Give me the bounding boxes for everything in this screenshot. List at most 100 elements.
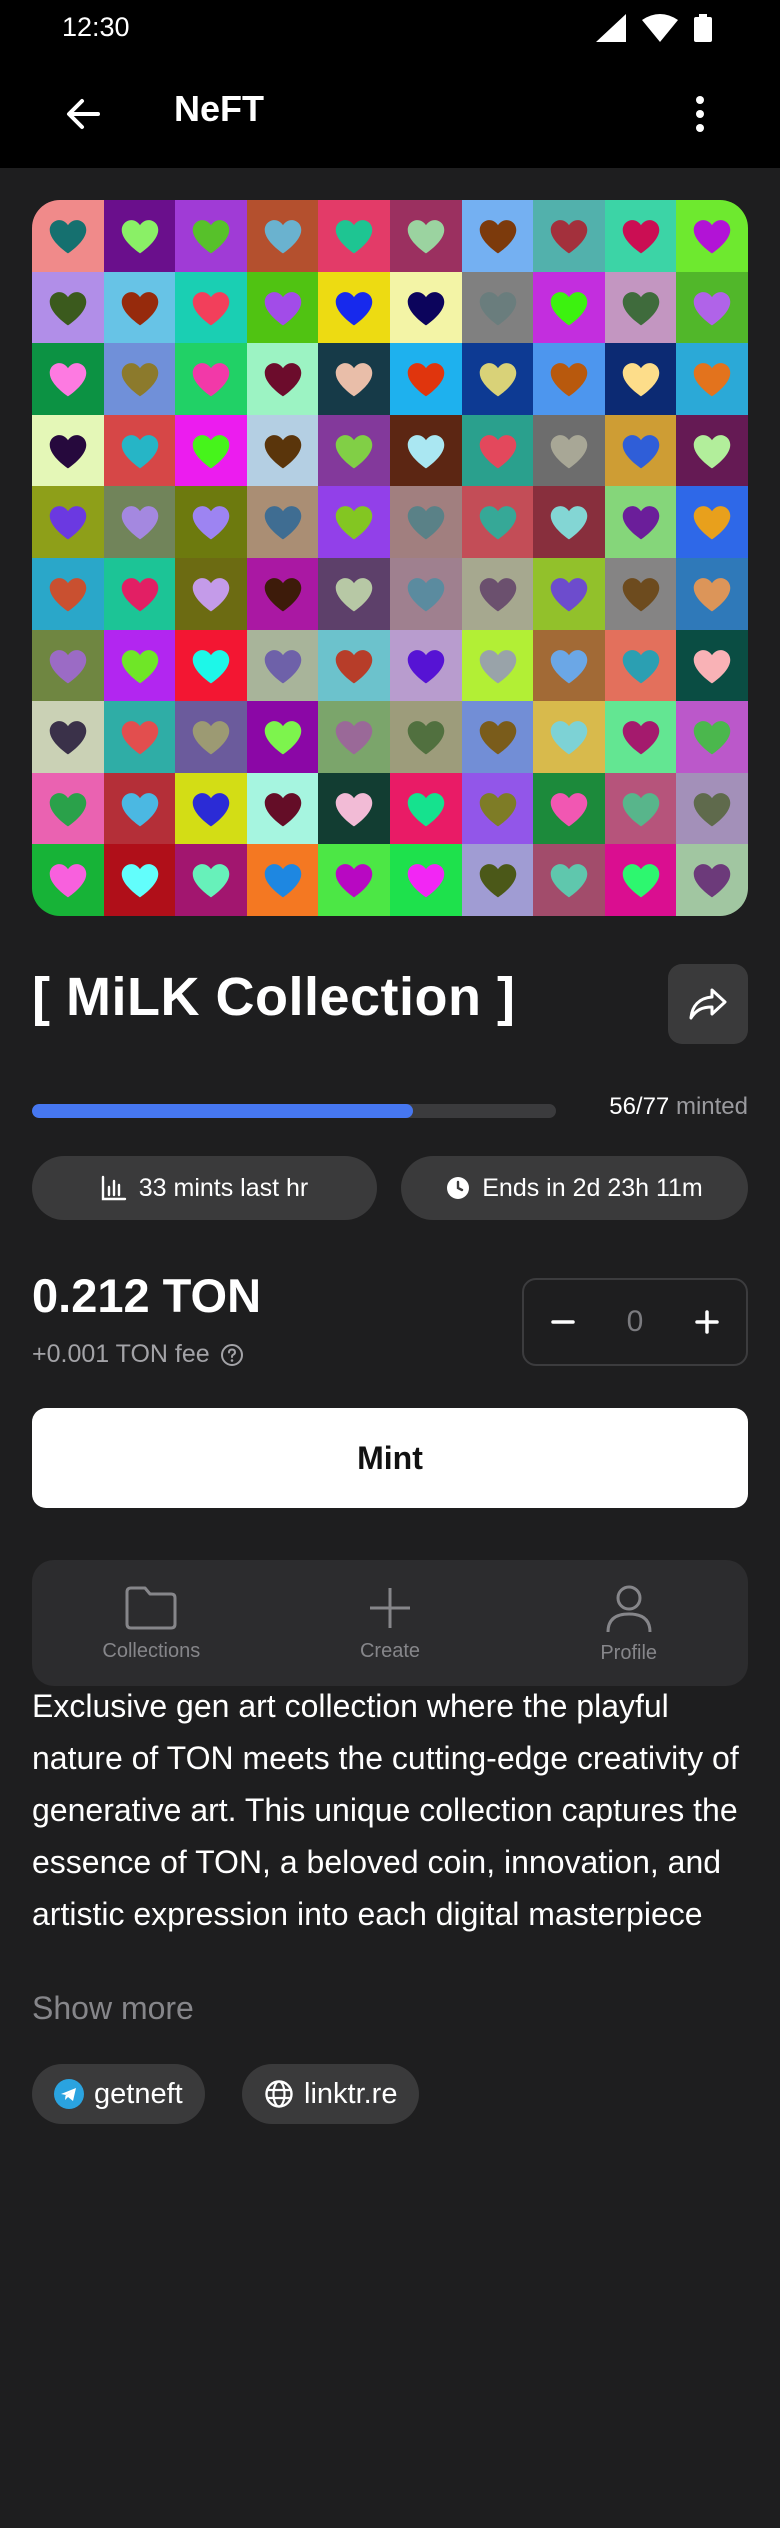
tab-create-label: Create	[359, 1639, 421, 1662]
heart-icon	[121, 363, 158, 397]
heart-icon	[479, 649, 516, 683]
battery-icon	[694, 14, 712, 42]
heart-icon	[694, 220, 731, 254]
website-link-chip[interactable]: linktr.re	[242, 2064, 420, 2124]
art-tile	[175, 701, 248, 774]
heart-icon	[192, 434, 230, 469]
heart-icon	[49, 220, 87, 254]
status-time: 12:30	[62, 12, 130, 42]
collection-artwork	[32, 200, 748, 916]
art-tile	[604, 414, 677, 487]
art-tile	[32, 629, 105, 702]
share-button[interactable]	[668, 964, 748, 1044]
mint-button[interactable]: Mint	[32, 1408, 748, 1508]
heart-icon	[694, 721, 731, 755]
show-more-link[interactable]: Show more	[32, 1990, 194, 2027]
heart-icon	[550, 792, 588, 827]
art-tile	[390, 486, 463, 559]
art-tile	[175, 772, 248, 845]
art-tile	[676, 486, 748, 559]
art-tile	[318, 701, 391, 774]
heart-icon	[407, 434, 445, 469]
more-vert-icon[interactable]	[680, 92, 720, 136]
tab-profile[interactable]: Profile	[509, 1560, 748, 1686]
art-tile	[533, 844, 606, 916]
quantity-value[interactable]: 0	[627, 1305, 644, 1339]
heart-icon	[550, 506, 588, 540]
art-tile	[390, 629, 463, 702]
art-tile	[390, 844, 463, 916]
decrease-quantity-button[interactable]	[550, 1309, 576, 1335]
art-tile	[676, 414, 748, 487]
tab-create[interactable]: Create	[271, 1560, 510, 1686]
art-tile	[461, 343, 534, 416]
collection-description: Exclusive gen art collection where the p…	[32, 1688, 739, 1932]
telegram-link-chip[interactable]: getneft	[32, 2064, 205, 2124]
heart-icon	[479, 721, 516, 755]
increase-quantity-button[interactable]	[694, 1309, 720, 1335]
heart-icon	[694, 434, 731, 469]
art-tile	[676, 772, 748, 845]
tab-collections-label: Collections	[102, 1639, 201, 1662]
heart-icon	[264, 506, 302, 540]
heart-icon	[264, 291, 302, 325]
art-tile	[533, 200, 606, 273]
art-tile	[32, 271, 105, 344]
bottom-navigation: Collections Create Profile	[32, 1560, 748, 1686]
art-tile	[32, 844, 105, 916]
art-tile	[318, 486, 391, 559]
heart-icon	[264, 578, 302, 612]
website-link-label: linktr.re	[304, 2077, 398, 2110]
art-tile	[461, 772, 534, 845]
heart-icon	[622, 506, 660, 540]
heart-icon	[550, 721, 588, 755]
heart-icon	[336, 578, 373, 612]
heart-icon	[264, 792, 302, 827]
tab-collections[interactable]: Collections	[32, 1560, 271, 1686]
art-tile	[246, 629, 319, 702]
heart-icon	[336, 363, 373, 397]
quantity-stepper: 0	[522, 1278, 748, 1366]
art-tile	[390, 343, 463, 416]
art-tile	[32, 200, 105, 273]
minted-label: minted	[675, 1093, 748, 1120]
art-tile	[103, 343, 176, 416]
heart-icon	[121, 506, 158, 540]
art-tile	[604, 629, 677, 702]
heart-icon	[49, 649, 87, 683]
art-tile	[390, 701, 463, 774]
heart-icon	[622, 721, 660, 755]
heart-icon	[336, 434, 373, 469]
telegram-icon	[54, 2079, 84, 2109]
art-tile	[318, 414, 391, 487]
heart-icon	[479, 363, 516, 397]
status-bar: 12:30	[0, 0, 780, 56]
art-tile	[318, 271, 391, 344]
art-tile	[318, 558, 391, 631]
collection-title: [ MiLK Collection ]	[32, 967, 516, 1027]
art-tile	[103, 772, 176, 845]
heart-icon	[121, 864, 158, 898]
art-tile	[32, 414, 105, 487]
heart-icon	[336, 721, 373, 755]
heart-icon	[192, 220, 230, 254]
heart-icon	[264, 363, 302, 397]
art-tile	[676, 271, 748, 344]
art-tile	[103, 701, 176, 774]
heart-icon	[264, 434, 302, 469]
heart-icon	[550, 363, 588, 397]
art-tile	[390, 414, 463, 487]
art-tile	[676, 629, 748, 702]
art-tile	[32, 343, 105, 416]
art-tile	[246, 200, 319, 273]
art-tile	[604, 701, 677, 774]
art-tile	[676, 844, 748, 916]
art-tile	[103, 629, 176, 702]
art-tile	[32, 558, 105, 631]
heart-icon	[622, 434, 660, 469]
heart-icon	[336, 649, 373, 683]
help-icon[interactable]	[220, 1343, 244, 1367]
art-tile	[604, 343, 677, 416]
back-arrow-icon[interactable]	[62, 92, 106, 136]
art-tile	[533, 486, 606, 559]
